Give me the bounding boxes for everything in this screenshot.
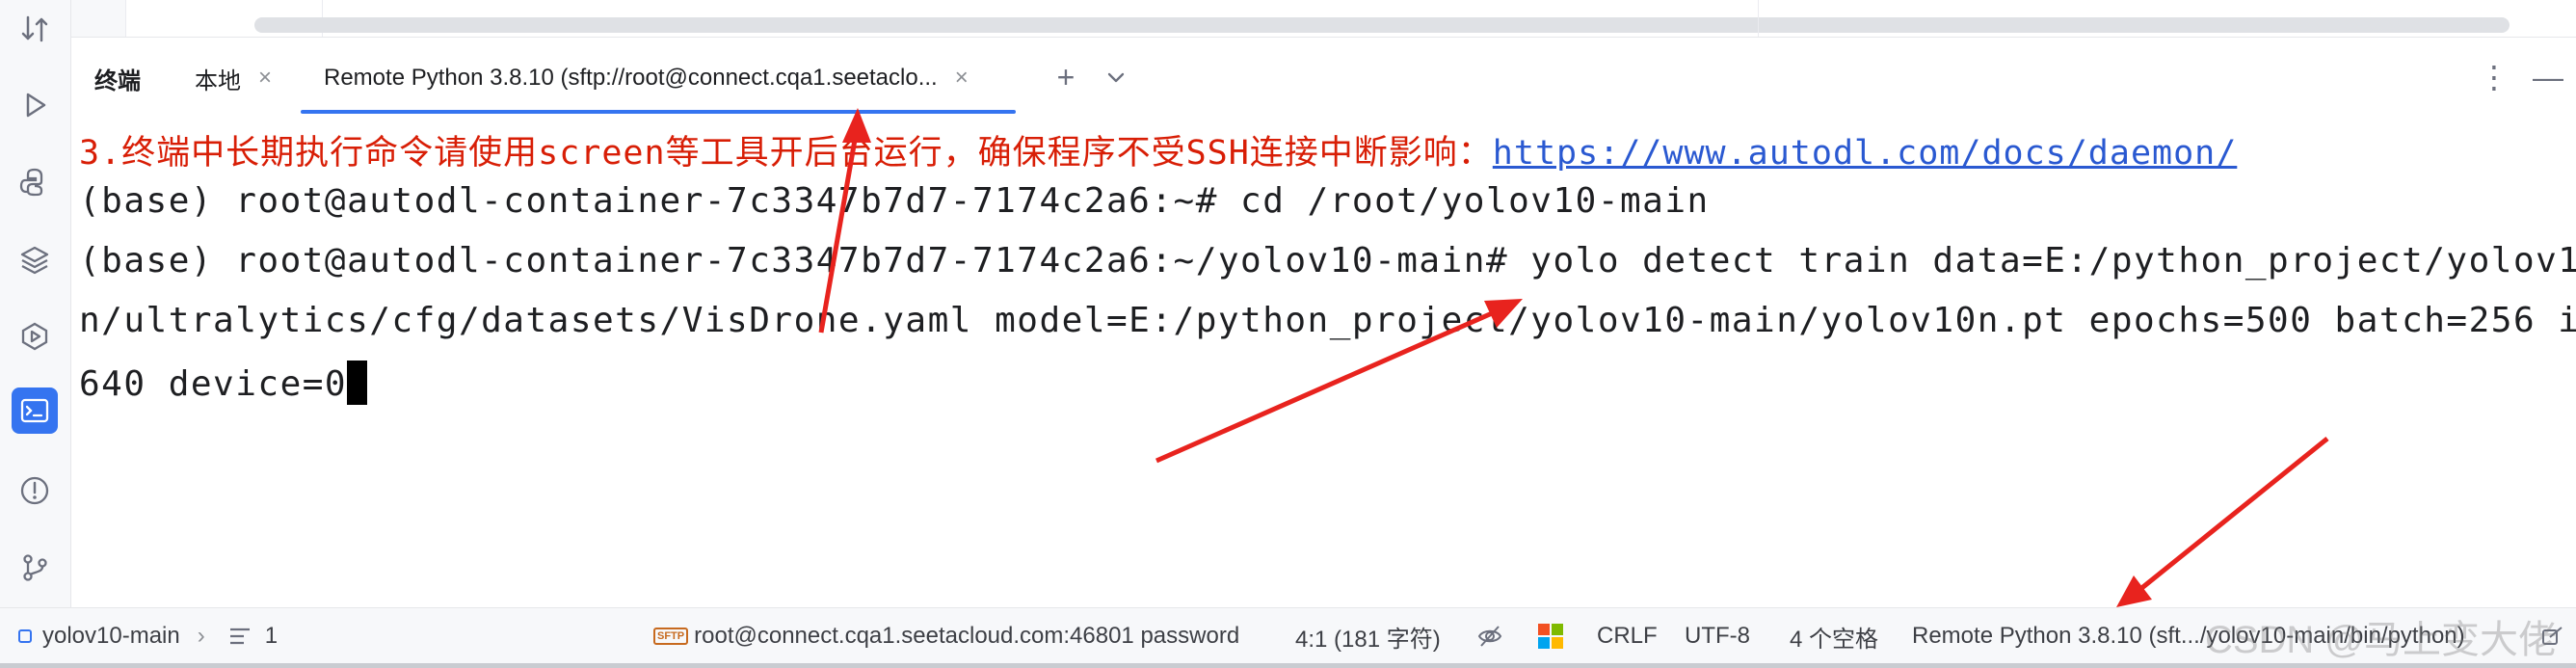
project-name: yolov10-main xyxy=(42,623,180,649)
caret-position-label: 4:1 (181 字符) xyxy=(1295,626,1441,653)
tab-label: 本地 xyxy=(195,67,241,94)
terminal-line: 640 device=0 xyxy=(79,361,368,405)
line-ending-label: CRLF xyxy=(1597,623,1658,649)
more-vertical-icon: ⋮ xyxy=(2479,60,2510,94)
command-text: (base) root@autodl-container-7c3347b7d7-… xyxy=(79,241,2576,281)
editor-area xyxy=(71,0,2576,38)
encoding-selector[interactable]: UTF-8 xyxy=(1685,608,1750,664)
tab-dropdown-button[interactable] xyxy=(1097,58,1135,96)
sftp-icon: SFTP xyxy=(653,628,689,645)
text-cursor xyxy=(347,361,368,405)
run-icon[interactable] xyxy=(12,82,58,128)
close-icon[interactable]: × xyxy=(955,65,969,92)
terminal-output[interactable]: 3.终端中长期执行命令请使用screen等工具开后台运行，确保程序不受SSH连接… xyxy=(71,114,2576,605)
readonly-icon xyxy=(2542,627,2563,645)
ide-window: 终端 本地 × Remote Python 3.8.10 (sftp://roo… xyxy=(0,0,2576,668)
caret-position[interactable]: 4:1 (181 字符) xyxy=(1295,608,1441,664)
layers-icon[interactable] xyxy=(12,236,58,282)
git-icon[interactable] xyxy=(12,545,58,591)
inspection-toggle[interactable] xyxy=(1476,608,1503,664)
chevron-right-icon: › xyxy=(197,623,205,649)
editor-divider xyxy=(1758,0,1759,37)
interpreter-selector[interactable]: Remote Python 3.8.10 (sft.../yolov10-mai… xyxy=(1912,608,2465,664)
interpreter-label: Remote Python 3.8.10 (sft.../yolov10-mai… xyxy=(1912,623,2465,649)
terminal-panel-title: 终端 xyxy=(94,48,141,108)
tab-remote-python[interactable]: Remote Python 3.8.10 (sftp://root@connec… xyxy=(324,48,969,108)
lock-icon[interactable] xyxy=(2540,608,2563,664)
remote-connection-widget[interactable]: SFTP root@connect.cqa1.seetacloud.com:46… xyxy=(653,608,1239,664)
encoding-label: UTF-8 xyxy=(1685,623,1750,649)
terminal-line: (base) root@autodl-container-7c3347b7d7-… xyxy=(79,181,1710,221)
indent-selector[interactable]: 4 个空格 xyxy=(1790,608,1878,664)
horizontal-scrollbar[interactable] xyxy=(254,17,2510,33)
daemon-warning-line: 3.终端中长期执行命令请使用screen等工具开后台运行，确保程序不受SSH连接… xyxy=(79,125,2237,174)
command-text: 640 device=0 xyxy=(79,364,348,404)
eye-off-icon xyxy=(1477,626,1502,647)
line-ending-selector[interactable]: CRLF xyxy=(1597,608,1658,664)
terminal-line: (base) root@autodl-container-7c3347b7d7-… xyxy=(79,241,2576,281)
minimize-icon: — xyxy=(2533,59,2563,94)
command-text: n/ultralytics/cfg/datasets/VisDrone.yaml… xyxy=(79,301,2576,340)
sort-icon[interactable] xyxy=(12,6,58,52)
module-icon xyxy=(18,629,32,643)
add-tab-button[interactable]: + xyxy=(1047,58,1085,96)
terminal-tabbar: 终端 本地 × Remote Python 3.8.10 (sftp://roo… xyxy=(71,48,2576,114)
daemon-docs-link[interactable]: https://www.autodl.com/docs/daemon/ xyxy=(1493,134,2238,173)
indent-label: 4 个空格 xyxy=(1790,626,1879,653)
project-breadcrumb[interactable]: yolov10-main › 1 xyxy=(17,608,278,664)
structure-icon xyxy=(229,628,250,645)
editor-gutter xyxy=(71,0,126,37)
plus-icon: + xyxy=(1056,59,1076,94)
tool-window-strip xyxy=(0,0,71,607)
connection-label: root@connect.cqa1.seetacloud.com:46801 p… xyxy=(694,623,1240,649)
windows-icon-button[interactable] xyxy=(1538,608,1563,664)
windows-icon xyxy=(1538,624,1563,649)
window-bottom-edge xyxy=(0,663,2576,668)
tab-local[interactable]: 本地 × xyxy=(195,48,272,108)
python-icon[interactable] xyxy=(12,159,58,205)
status-bar: yolov10-main › 1 SFTP root@connect.cqa1.… xyxy=(0,607,2576,668)
problems-icon[interactable] xyxy=(12,468,58,514)
terminal-icon[interactable] xyxy=(12,387,58,434)
panel-title-label: 终端 xyxy=(94,67,141,94)
terminal-line: n/ultralytics/cfg/datasets/VisDrone.yaml… xyxy=(79,301,2576,340)
services-icon[interactable] xyxy=(12,313,58,360)
warning-text: 3.终端中长期执行命令请使用screen等工具开后台运行，确保程序不受SSH连接… xyxy=(79,134,1493,173)
chevron-down-icon xyxy=(1107,72,1125,83)
minimize-button[interactable]: — xyxy=(2529,58,2567,96)
command-text: (base) root@autodl-container-7c3347b7d7-… xyxy=(79,181,1710,221)
more-options-button[interactable]: ⋮ xyxy=(2475,58,2513,96)
tab-label: Remote Python 3.8.10 (sftp://root@connec… xyxy=(324,65,938,91)
structure-count: 1 xyxy=(264,623,279,649)
close-icon[interactable]: × xyxy=(258,65,272,92)
